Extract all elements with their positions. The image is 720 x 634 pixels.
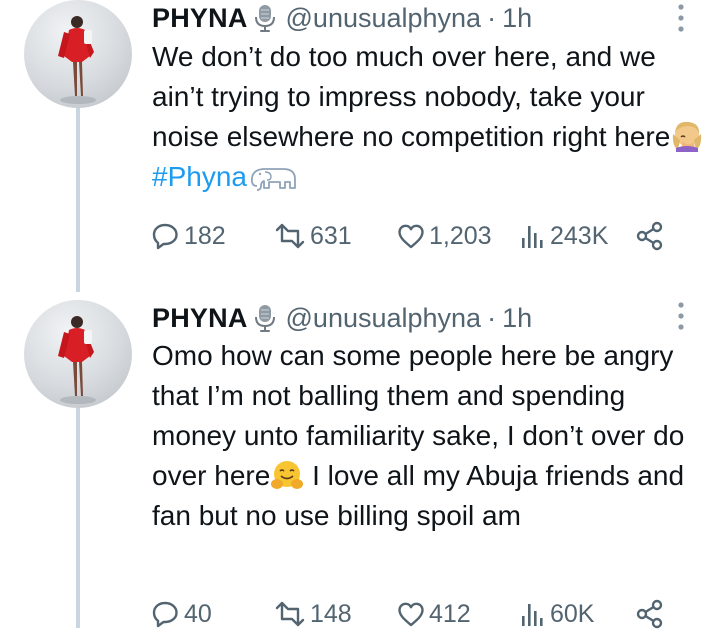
views-count: 60K bbox=[550, 599, 595, 628]
views-icon bbox=[522, 226, 543, 248]
views-icon bbox=[522, 604, 543, 626]
share-button[interactable] bbox=[636, 216, 668, 256]
avatar-photo bbox=[58, 316, 96, 404]
timestamp[interactable]: 1h bbox=[502, 3, 532, 34]
views-count: 243K bbox=[550, 221, 609, 250]
thread-line bbox=[76, 408, 80, 628]
retweet-icon bbox=[275, 601, 305, 627]
views-button[interactable]: 243K bbox=[520, 216, 608, 256]
retweet-icon bbox=[275, 223, 305, 249]
reply-icon bbox=[152, 601, 178, 628]
reply-icon bbox=[152, 223, 178, 250]
more-options-icon[interactable] bbox=[676, 300, 686, 332]
retweet-count: 631 bbox=[310, 221, 352, 250]
tweet-header: PHYNA @unusualphyna · 1h bbox=[152, 0, 532, 36]
share-icon bbox=[636, 599, 663, 629]
thread-line bbox=[76, 102, 80, 292]
like-count: 1,203 bbox=[429, 221, 492, 250]
separator-dot: · bbox=[487, 302, 497, 333]
heart-icon bbox=[398, 224, 424, 249]
tweet-actions: 182 631 1,203 243K bbox=[152, 216, 692, 256]
heart-icon bbox=[398, 602, 424, 627]
microphone-emoji bbox=[254, 4, 275, 32]
share-button[interactable] bbox=[636, 594, 668, 634]
tweet-text: Omo how can some people here be angry th… bbox=[152, 336, 712, 536]
reply-button[interactable]: 40 bbox=[152, 594, 212, 634]
avatar[interactable] bbox=[24, 300, 132, 408]
tweet-actions: 40 148 412 60K bbox=[152, 594, 692, 634]
like-button[interactable]: 412 bbox=[397, 594, 471, 634]
tweet-text-part: We don’t do too much over here, and we a… bbox=[152, 41, 671, 152]
tweet[interactable]: PHYNA @unusualphyna · 1h Omo how can som… bbox=[0, 292, 720, 629]
tweet[interactable]: PHYNA @unusualphyna · 1h We don’t do too… bbox=[0, 0, 720, 292]
author-name[interactable]: PHYNA bbox=[152, 3, 248, 34]
hugging-face-emoji bbox=[271, 461, 304, 489]
timestamp[interactable]: 1h bbox=[502, 303, 532, 334]
author-handle[interactable]: @unusualphyna bbox=[286, 3, 482, 34]
retweet-button[interactable]: 631 bbox=[274, 216, 352, 256]
like-button[interactable]: 1,203 bbox=[397, 216, 492, 256]
retweet-count: 148 bbox=[310, 599, 352, 628]
facepalm-emoji bbox=[673, 121, 702, 152]
like-count: 412 bbox=[429, 599, 471, 628]
reply-count: 40 bbox=[184, 599, 212, 628]
share-icon bbox=[636, 221, 663, 251]
elephant-emoji bbox=[250, 168, 296, 191]
separator-dot: · bbox=[487, 2, 497, 33]
retweet-button[interactable]: 148 bbox=[274, 594, 352, 634]
author-handle[interactable]: @unusualphyna bbox=[286, 303, 482, 334]
reply-count: 182 bbox=[184, 221, 226, 250]
more-options-icon[interactable] bbox=[676, 2, 686, 34]
microphone-emoji bbox=[254, 304, 275, 332]
author-name[interactable]: PHYNA bbox=[152, 303, 248, 334]
avatar-photo bbox=[58, 16, 96, 104]
views-button[interactable]: 60K bbox=[520, 594, 594, 634]
hashtag-link[interactable]: #Phyna bbox=[152, 161, 247, 192]
tweet-text: We don’t do too much over here, and we a… bbox=[152, 37, 712, 197]
tweet-header: PHYNA @unusualphyna · 1h bbox=[152, 300, 532, 336]
reply-button[interactable]: 182 bbox=[152, 216, 226, 256]
avatar[interactable] bbox=[24, 0, 132, 108]
